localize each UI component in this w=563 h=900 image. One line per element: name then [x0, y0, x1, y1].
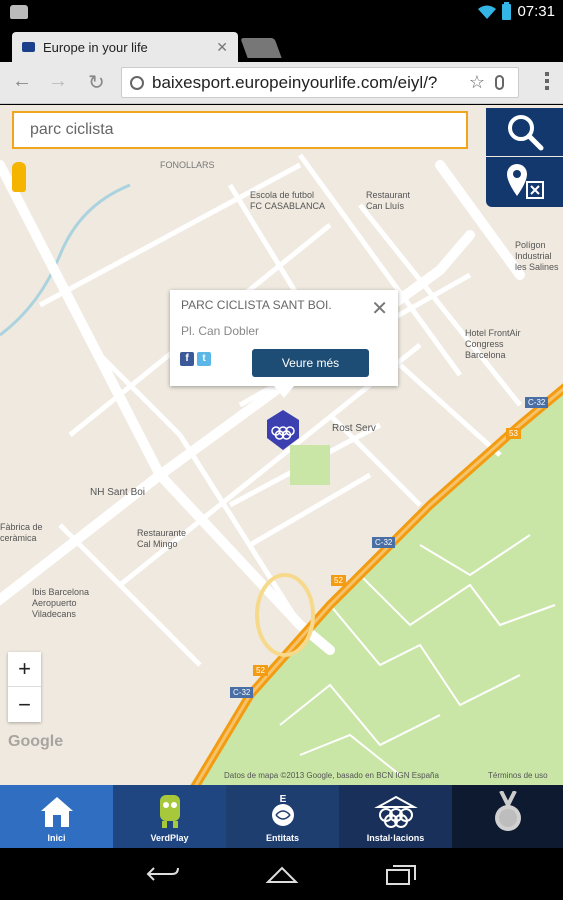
address-bar[interactable]: baixesport.europeinyourlife.com/eiyl/? ☆ — [121, 67, 519, 98]
map-label: Fàbrica de ceràmica — [0, 522, 43, 543]
nav-label: Inici — [47, 833, 66, 843]
zoom-out-button[interactable]: − — [8, 687, 41, 722]
google-logo: Google — [8, 733, 64, 750]
facebook-icon[interactable]: f — [180, 352, 194, 366]
map-label: Hotel FrontAir Congress Barcelona — [465, 328, 521, 360]
search-icon — [507, 115, 543, 151]
back-icon[interactable] — [146, 864, 180, 884]
mascot-icon — [159, 795, 180, 828]
map-label: FONOLLARS — [160, 160, 215, 170]
android-icon — [10, 5, 28, 19]
home-button-icon[interactable] — [264, 864, 300, 884]
home-icon — [40, 797, 73, 827]
globe-icon — [130, 75, 144, 90]
bottom-navigation: Inici VerdPlay E Entitats Instal·lacions — [0, 785, 563, 848]
recents-icon[interactable] — [385, 864, 417, 886]
clock: 07:31 — [517, 3, 555, 20]
browser-toolbar: ← → ↻ baixesport.europeinyourlife.com/ei… — [0, 62, 563, 104]
nav-label: Entitats — [265, 833, 299, 843]
tab-title: Europe in your life — [43, 39, 148, 55]
bookmark-star-icon[interactable]: ☆ — [469, 72, 485, 93]
wifi-icon — [478, 5, 497, 19]
road-badge: 53 — [506, 428, 521, 439]
see-more-button[interactable]: Veure més — [252, 349, 369, 377]
map-label: Restaurant Can Lluís — [366, 190, 411, 211]
map-label: Ibis Barcelona Aeropuerto Viladecans — [32, 587, 90, 619]
map-label: Polígon Industrial les Salines — [515, 240, 559, 272]
road-badge: 52 — [253, 665, 268, 676]
eu-flag-icon — [22, 42, 35, 52]
facility-marker-icon[interactable] — [265, 410, 301, 450]
road-badge: C-32 — [372, 537, 396, 548]
reload-icon[interactable]: ↻ — [88, 70, 105, 95]
nav-verdplay[interactable]: VerdPlay — [113, 785, 226, 848]
medal-icon — [494, 791, 521, 831]
map-label: NH Sant Boi — [90, 487, 146, 498]
close-info-icon[interactable]: ✕ — [371, 296, 388, 321]
road-badge: C-32 — [230, 687, 254, 698]
forward-arrow-icon[interactable]: → — [48, 70, 68, 93]
map-label: Restaurante Cal Mingo — [137, 528, 187, 549]
installations-icon — [373, 795, 418, 828]
nav-entitats[interactable]: E Entitats — [226, 785, 339, 848]
nav-medal[interactable] — [452, 785, 563, 848]
info-address: Pl. Can Dobler — [181, 324, 260, 338]
back-arrow-icon[interactable]: ← — [12, 70, 32, 93]
status-bar: 07:31 — [0, 0, 563, 26]
search-row: parc ciclista — [0, 105, 563, 155]
system-navigation-bar — [0, 848, 563, 900]
url-text[interactable]: baixesport.europeinyourlife.com/eiyl/? — [152, 73, 459, 93]
zoom-control: + − — [8, 652, 41, 722]
street-view-pegman-icon[interactable] — [12, 162, 26, 192]
map-attribution: Datos de mapa ©2013 Google, basado en BC… — [224, 771, 439, 780]
road-badge: 52 — [331, 575, 346, 586]
map-label: Escola de futbol FC CASABLANCA — [250, 190, 326, 211]
battery-icon — [502, 1, 512, 20]
entities-icon: E — [271, 794, 294, 826]
nav-label: Instal·lacions — [366, 833, 425, 843]
svg-text:E: E — [279, 794, 286, 805]
tab-strip: Europe in your life ✕ — [0, 26, 563, 62]
browser-tab[interactable]: Europe in your life ✕ — [12, 32, 238, 62]
nav-label: VerdPlay — [150, 833, 189, 843]
clear-markers-button[interactable] — [486, 157, 563, 207]
overflow-menu-icon[interactable] — [545, 72, 549, 90]
zoom-in-button[interactable]: + — [8, 652, 41, 687]
nav-installacions[interactable]: Instal·lacions — [339, 785, 452, 848]
marker-info-window: PARC CICLISTA SANT BOI. ✕ Pl. Can Dobler… — [170, 290, 398, 398]
road-badge: C-32 — [525, 397, 549, 408]
search-button[interactable] — [486, 108, 563, 156]
search-input[interactable]: parc ciclista — [12, 111, 468, 149]
twitter-icon[interactable]: t — [197, 352, 211, 366]
microphone-icon[interactable] — [495, 75, 504, 90]
nav-home[interactable]: Inici — [0, 785, 113, 848]
new-tab-button[interactable] — [240, 38, 282, 58]
close-tab-icon[interactable]: ✕ — [216, 39, 228, 56]
terms-link[interactable]: Términos de uso — [488, 771, 548, 780]
map-pin-clear-icon — [506, 164, 544, 199]
map-label: Rost Serv — [332, 423, 376, 434]
info-title: PARC CICLISTA SANT BOI. — [181, 298, 332, 312]
